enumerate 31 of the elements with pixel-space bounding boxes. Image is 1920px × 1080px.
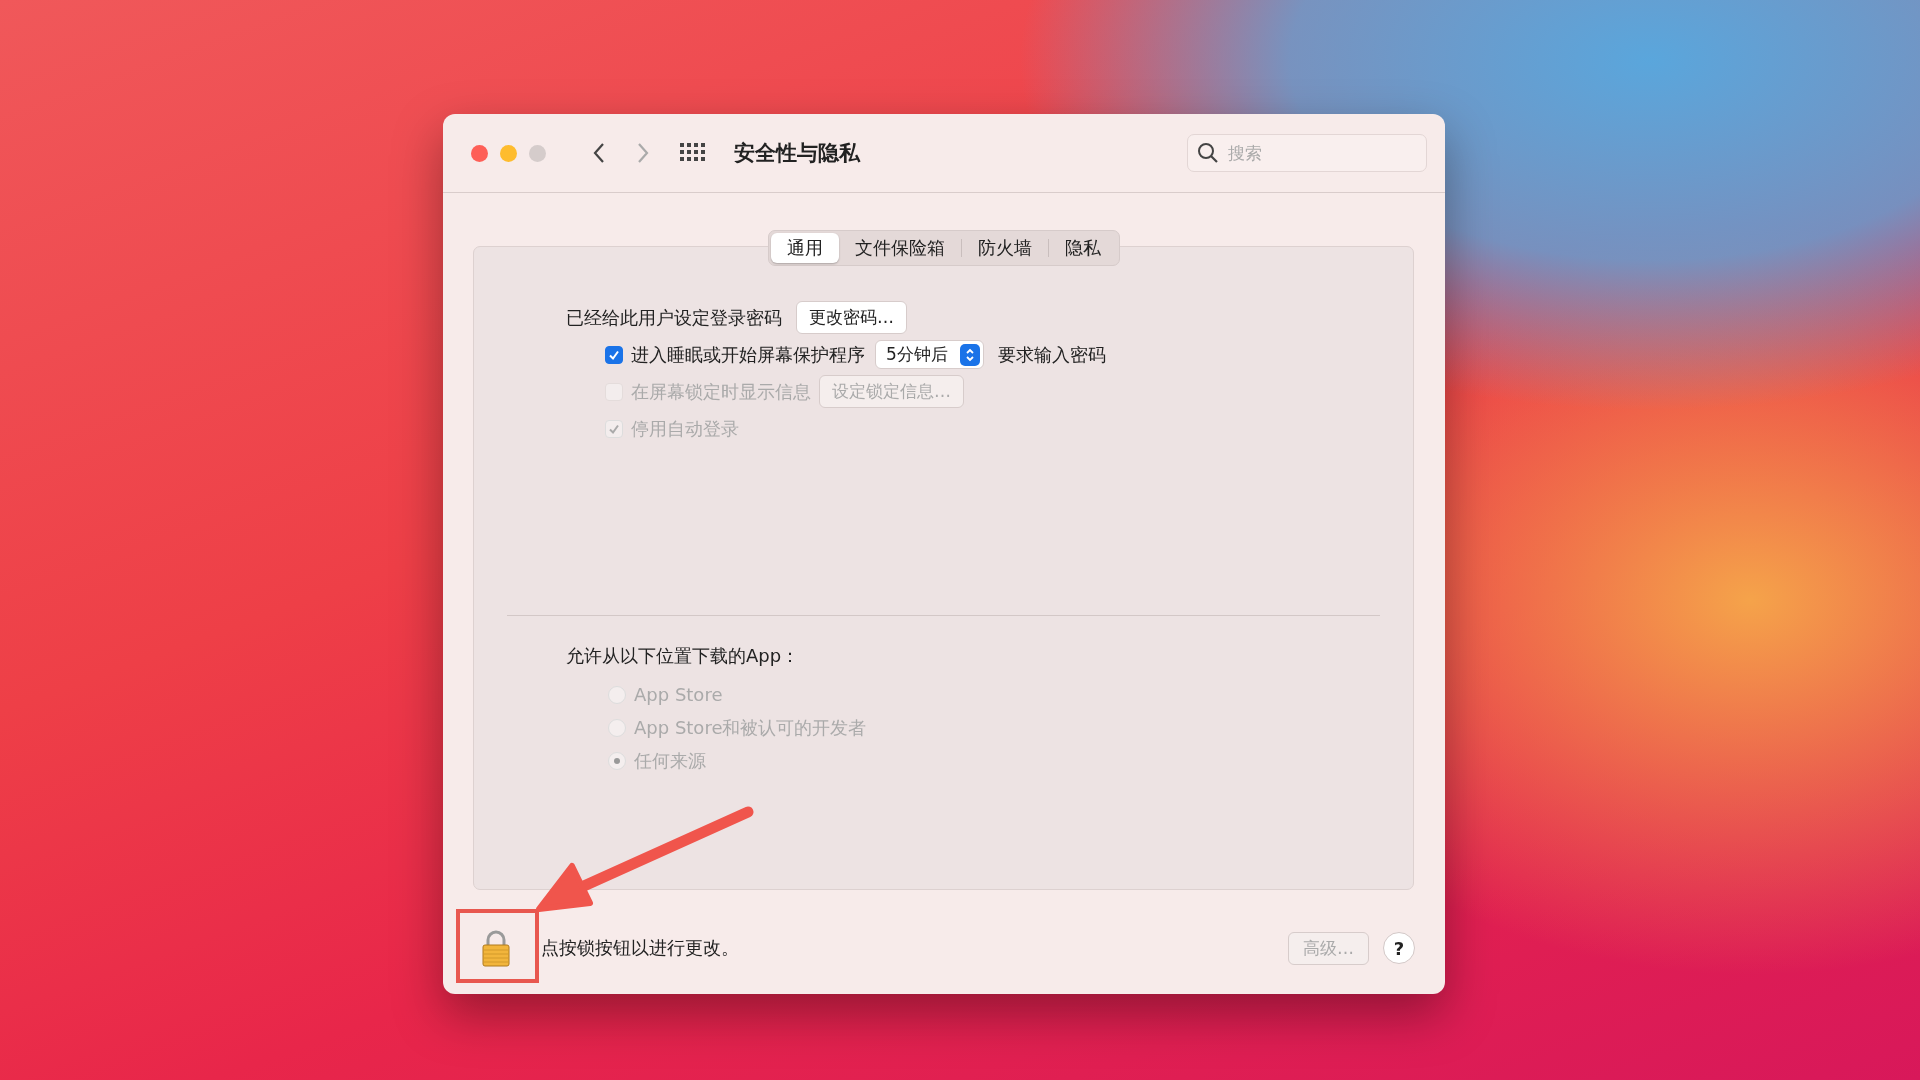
checkbox[interactable] [605,345,623,364]
checkbox-label: 进入睡眠或开始屏幕保护程序 [631,342,865,367]
padlock-icon[interactable] [481,929,511,967]
tab[interactable]: 通用 [771,233,839,263]
help-button[interactable]: ? [1383,932,1415,964]
tab[interactable]: 文件保险箱 [839,233,961,263]
option-text: 要求输入密码 [997,342,1106,367]
window-title: 安全性与隐私 [734,140,860,167]
change-password-button[interactable]: 更改密码… [796,301,907,334]
delay-popup[interactable]: 5分钟后 [875,340,984,369]
forward-icon[interactable] [636,142,650,164]
checkbox-label: 停用自动登录 [631,416,739,441]
close-button[interactable] [471,144,488,162]
grid-icon[interactable] [680,143,706,163]
radio-label: App Store和被认可的开发者 [634,715,867,740]
search-icon [1197,142,1219,164]
checkmark-icon [608,422,620,435]
tab[interactable]: 防火墙 [962,233,1048,263]
checkbox-label: 在屏幕锁定时显示信息 [631,379,811,404]
back-icon[interactable] [592,142,606,164]
zoom-button[interactable] [529,144,546,162]
tab[interactable]: 隐私 [1049,233,1117,263]
password-label: 已经给此用户设定登录密码 [566,305,782,330]
downloads-label: 允许从以下位置下载的App： [566,643,800,668]
search-field[interactable]: 搜索 [1187,134,1427,172]
radio-label: 任何来源 [634,748,706,773]
checkmark-icon [608,348,620,361]
radio-label: App Store [634,684,723,705]
minimize-button[interactable] [500,144,517,162]
stepper-icon [959,343,980,366]
lock-hint: 点按锁按钮以进行更改。 [541,936,739,960]
